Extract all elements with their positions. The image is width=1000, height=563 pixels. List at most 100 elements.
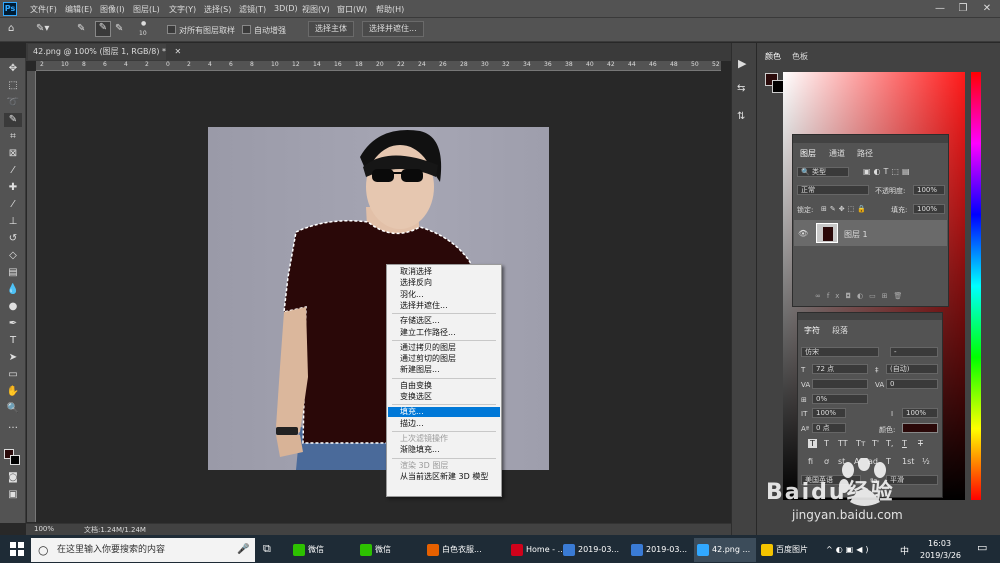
quick-selection-tool-icon[interactable]: ✎ — [4, 113, 22, 127]
close-window-button[interactable]: ✕ — [980, 2, 994, 16]
eyedropper-tool-icon[interactable]: ⁄ — [4, 164, 22, 178]
fill-field[interactable]: 100% — [913, 204, 945, 214]
leading-field[interactable]: (自动) — [886, 364, 938, 374]
context-menu-item[interactable]: 填充... — [388, 407, 500, 418]
menu-3d[interactable]: 3D(D) — [274, 4, 298, 13]
context-menu-item[interactable]: 取消选择 — [388, 267, 500, 277]
ime-indicator[interactable]: 中 — [900, 544, 909, 557]
context-menu-item[interactable]: 渐隐填充... — [388, 445, 500, 455]
text-color-swatch[interactable] — [902, 423, 938, 433]
taskbar-app-button[interactable]: 42.png ... — [694, 538, 756, 562]
context-menu-item[interactable]: 通过剪切的图层 — [388, 354, 500, 364]
gradient-tool-icon[interactable]: ▤ — [4, 266, 22, 280]
dodge-tool-icon[interactable]: ● — [4, 300, 22, 314]
menu-help[interactable]: 帮助(H) — [376, 4, 404, 15]
quick-selection-preset-icon[interactable]: ✎▾ — [36, 23, 49, 34]
lasso-tool-icon[interactable]: ➰ — [4, 96, 22, 110]
baseline-field[interactable]: 0 点 — [812, 423, 846, 433]
zoom-tool-icon[interactable]: 🔍 — [4, 402, 22, 416]
visibility-eye-icon[interactable]: 👁 — [798, 229, 808, 238]
tab-character[interactable]: 字符 — [804, 325, 820, 336]
tab-channels[interactable]: 通道 — [829, 148, 845, 159]
faux-italic-button[interactable]: T — [824, 439, 829, 448]
kerning-field[interactable] — [812, 379, 868, 389]
sample-all-layers-checkbox[interactable] — [167, 25, 176, 34]
crop-tool-icon[interactable]: ⌗ — [4, 130, 22, 144]
underline-button[interactable]: T — [902, 439, 907, 448]
taskbar-app-button[interactable]: 微信 — [290, 538, 352, 562]
clone-stamp-icon[interactable]: ⊥ — [4, 215, 22, 229]
context-menu-item[interactable]: 选择反向 — [388, 278, 500, 288]
clock-time[interactable]: 16:03 — [928, 539, 951, 548]
auto-enhance-checkbox[interactable] — [242, 25, 251, 34]
menu-filter[interactable]: 滤镜(T) — [239, 4, 266, 15]
zoom-level[interactable]: 100% — [34, 525, 54, 533]
minimize-button[interactable]: — — [933, 2, 947, 16]
tab-paragraph[interactable]: 段落 — [832, 325, 848, 336]
select-subject-button[interactable]: 选择主体 — [308, 21, 354, 37]
history-brush-icon[interactable]: ↺ — [4, 232, 22, 246]
restore-button[interactable]: ❐ — [956, 2, 970, 16]
layer-filter-select[interactable]: 🔍 类型 — [797, 167, 849, 177]
move-tool-icon[interactable]: ✥ — [4, 62, 22, 76]
taskbar-app-button[interactable]: 白色衣服... — [424, 538, 504, 562]
brush-tool-icon[interactable]: ⁄ — [4, 198, 22, 212]
font-size-field[interactable]: 72 点 — [812, 364, 868, 374]
healing-brush-icon[interactable]: ✚ — [4, 181, 22, 195]
taskbar-app-button[interactable]: 百度图片 — [758, 538, 820, 562]
task-view-icon[interactable]: ⧉ — [263, 542, 271, 556]
path-selection-icon[interactable]: ➤ — [4, 351, 22, 365]
blend-mode-select[interactable]: 正常 — [797, 185, 869, 195]
context-menu-item[interactable]: 新建图层... — [388, 365, 500, 375]
hand-tool-icon[interactable]: ✋ — [4, 385, 22, 399]
scale-field[interactable]: 0% — [812, 394, 868, 404]
strikethrough-button[interactable]: T — [918, 439, 923, 448]
subtract-selection-icon[interactable]: ✎ — [115, 23, 123, 34]
context-menu-item[interactable]: 变换选区 — [388, 392, 500, 402]
taskbar-app-button[interactable]: 2019-03... — [628, 538, 690, 562]
background-color-swatch[interactable] — [10, 455, 20, 465]
add-to-selection-icon[interactable]: ✎ — [95, 21, 111, 37]
subscript-button[interactable]: T, — [886, 439, 893, 448]
menu-type[interactable]: 文字(Y) — [169, 4, 196, 15]
taskbar-app-button[interactable]: Home - ... — [508, 538, 565, 562]
tab-swatches[interactable]: 色板 — [792, 51, 808, 62]
context-menu-item[interactable]: 选择并遮住... — [388, 301, 500, 311]
document-tab[interactable]: 42.png @ 100% (图层 1, RGB/8) * ✕ — [28, 44, 181, 60]
all-caps-button[interactable]: TT — [838, 439, 848, 448]
menu-layer[interactable]: 图层(L) — [133, 4, 160, 15]
clock-date[interactable]: 2019/3/26 — [920, 551, 961, 560]
screen-mode-icon[interactable]: ▣ — [4, 488, 22, 502]
layer-row[interactable]: 👁 图层 1 — [794, 220, 947, 246]
microphone-icon[interactable]: 🎤 — [237, 538, 249, 562]
tab-layers[interactable]: 图层 — [800, 148, 816, 159]
menu-view[interactable]: 视图(V) — [302, 4, 330, 15]
context-menu-item[interactable]: 从当前选区新建 3D 模型 — [388, 472, 500, 482]
lock-icons[interactable]: ⊞✎✥⬚🔒 — [821, 205, 869, 213]
layer-name[interactable]: 图层 1 — [844, 229, 868, 240]
hue-slider[interactable] — [971, 72, 981, 500]
menu-edit[interactable]: 编辑(E) — [65, 4, 92, 15]
close-tab-icon[interactable]: ✕ — [175, 47, 182, 56]
context-menu-item[interactable]: 描边... — [388, 419, 500, 429]
faux-bold-button[interactable]: T — [808, 439, 817, 448]
pen-tool-icon[interactable]: ✒ — [4, 317, 22, 331]
play-actions-icon[interactable]: ▶ — [738, 57, 746, 70]
brush-size-icon[interactable]: ● — [141, 20, 146, 27]
eraser-tool-icon[interactable]: ◇ — [4, 249, 22, 263]
properties-icon[interactable]: ⇅ — [737, 111, 745, 122]
small-caps-button[interactable]: Tт — [856, 439, 866, 448]
taskbar-app-button[interactable]: 微信 — [357, 538, 419, 562]
blur-tool-icon[interactable]: 💧 — [4, 283, 22, 297]
opacity-field[interactable]: 100% — [913, 185, 945, 195]
context-menu-item[interactable]: 羽化... — [388, 290, 500, 300]
windows-start-icon[interactable] — [10, 542, 24, 556]
menu-image[interactable]: 图像(I) — [100, 4, 125, 15]
superscript-button[interactable]: T' — [872, 439, 879, 448]
vertical-scale-field[interactable]: 100% — [812, 408, 846, 418]
system-tray-icons[interactable]: ^◐▣◀) — [826, 545, 872, 554]
horizontal-scale-field[interactable]: 100% — [902, 408, 938, 418]
rectangle-tool-icon[interactable]: ▭ — [4, 368, 22, 382]
home-icon[interactable]: ⌂ — [8, 23, 14, 34]
layer-filter-icons[interactable]: ▣◐T⬚▤ — [863, 167, 913, 176]
